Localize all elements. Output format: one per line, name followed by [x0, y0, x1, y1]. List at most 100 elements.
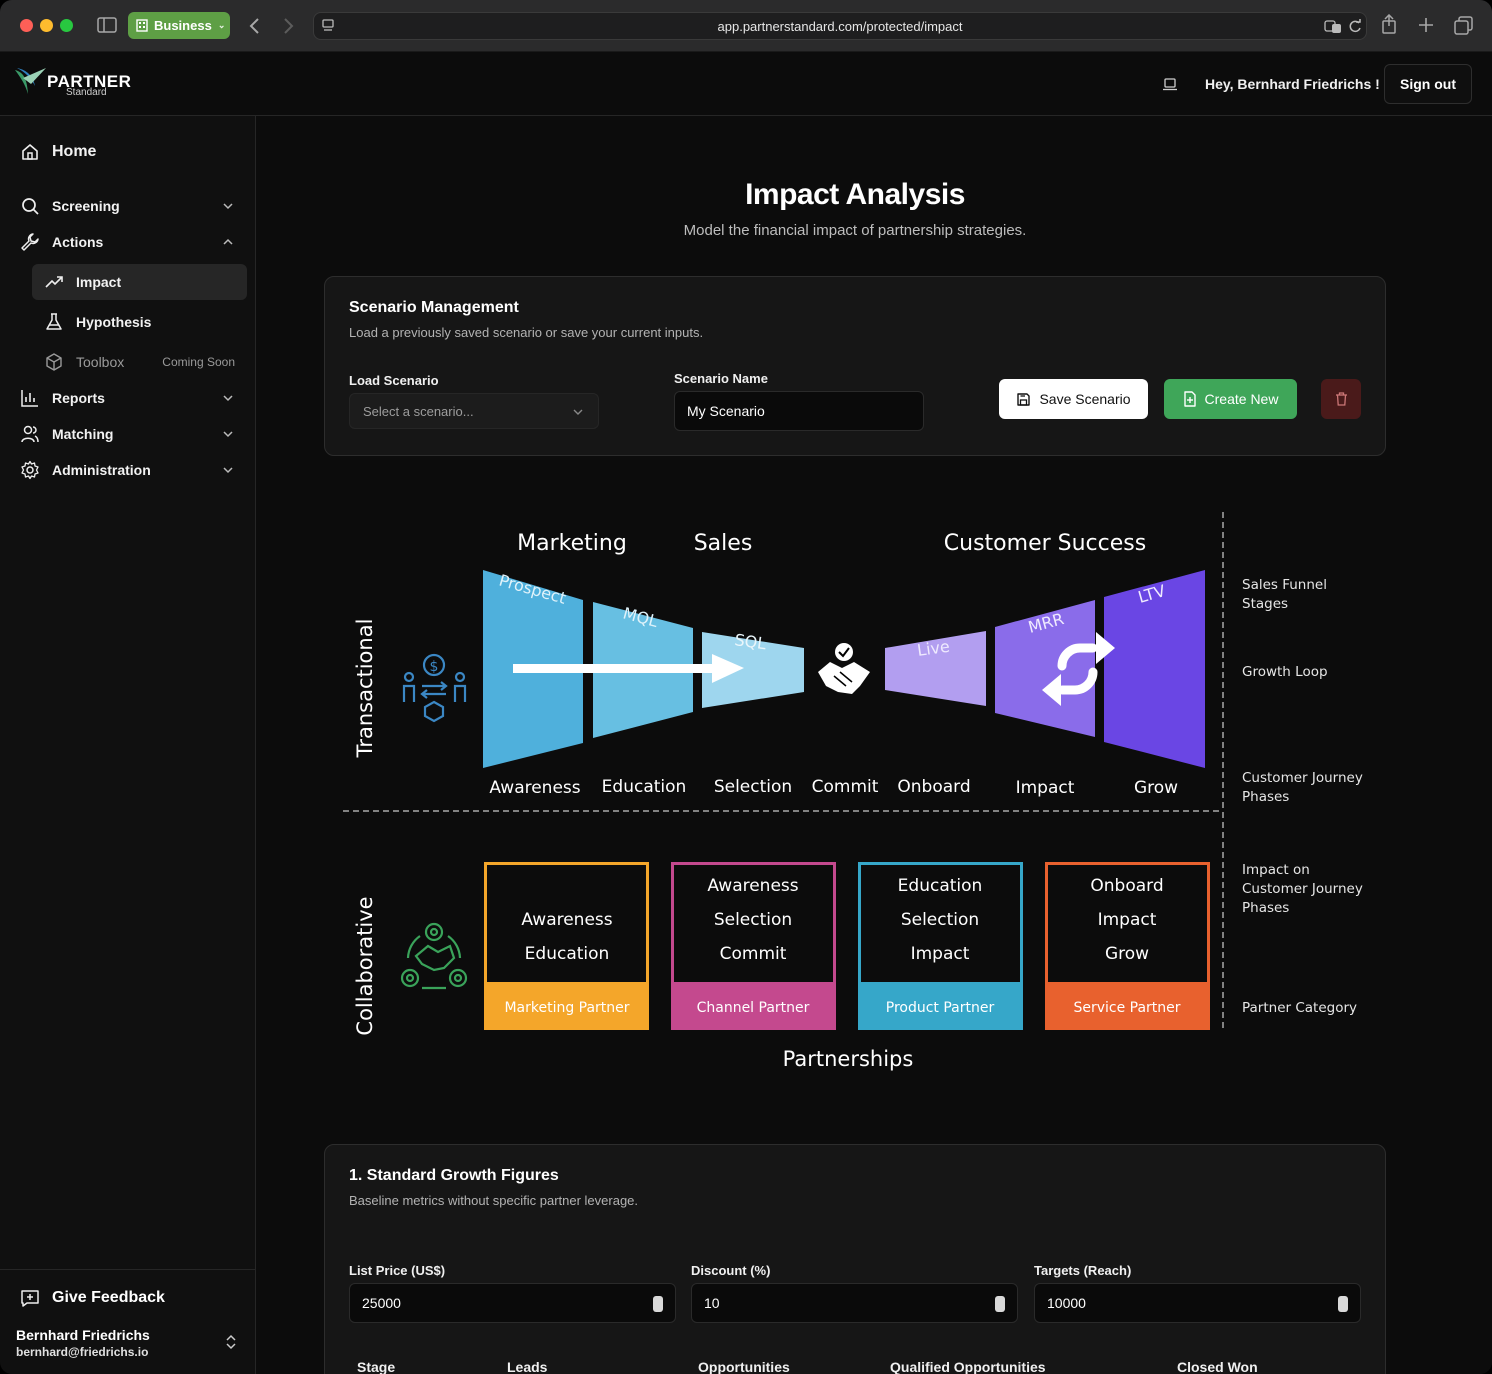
partner-box-line: Selection — [714, 910, 792, 930]
partner-box-line: Education — [898, 876, 983, 896]
legend-customer-journey: Customer Journey Phases — [1242, 770, 1363, 805]
sidebar-item-matching[interactable]: Matching — [16, 418, 248, 450]
scenario-card: Scenario Management Load a previously sa… — [324, 276, 1386, 456]
load-scenario-select[interactable]: Select a scenario... — [349, 393, 599, 429]
legend-partner-category: Partner Category — [1242, 1000, 1357, 1016]
chevrons-up-down-icon[interactable] — [224, 1333, 238, 1351]
sidebar-item-hypothesis[interactable]: Hypothesis — [32, 304, 247, 340]
discount-input[interactable]: 10 — [691, 1283, 1018, 1323]
minimize-window-button[interactable] — [40, 19, 53, 32]
url-text: app.partnerstandard.com/protected/impact — [717, 19, 963, 34]
phase-selection: Selection — [714, 777, 792, 797]
sidebar-item-administration[interactable]: Administration — [16, 454, 248, 486]
coming-soon-badge: Coming Soon — [162, 355, 235, 369]
trending-up-icon — [44, 272, 64, 292]
create-new-button[interactable]: Create New — [1164, 379, 1297, 419]
sidebar-label-screening: Screening — [52, 198, 120, 214]
browser-window: Business ⌄ app.partnerstandard.com/prote… — [0, 0, 1492, 1374]
list-price-input[interactable]: 25000 — [349, 1283, 676, 1323]
legend-line: Phases — [1242, 900, 1289, 916]
user-name: Bernhard Friedrichs — [16, 1327, 150, 1343]
tab-overview-icon[interactable] — [1454, 16, 1473, 35]
save-icon — [1017, 392, 1031, 406]
handshake-icon — [818, 643, 870, 694]
building-icon — [136, 19, 148, 32]
diagram-heading-marketing: Marketing — [517, 531, 627, 556]
sidebar-label-toolbox: Toolbox — [76, 354, 125, 370]
table-header-leads: Leads — [507, 1359, 548, 1374]
maximize-window-button[interactable] — [60, 19, 73, 32]
sidebar-toggle-icon[interactable] — [97, 17, 117, 33]
feedback-icon — [21, 1290, 39, 1307]
home-icon — [20, 142, 40, 162]
load-scenario-label: Load Scenario — [349, 373, 439, 388]
number-stepper-icon[interactable] — [1338, 1296, 1348, 1312]
partner-box-line: Grow — [1105, 944, 1149, 964]
chevron-down-icon — [223, 203, 233, 210]
sidebar-item-toolbox: Toolbox Coming Soon — [32, 344, 247, 380]
number-stepper-icon[interactable] — [653, 1296, 663, 1312]
number-stepper-icon[interactable] — [995, 1296, 1005, 1312]
partnerships-label: Partnerships — [783, 1047, 914, 1071]
chevron-down-icon — [223, 395, 233, 402]
back-icon[interactable] — [248, 17, 260, 35]
partner-box-line: Impact — [1098, 910, 1157, 930]
scenario-desc: Load a previously saved scenario or save… — [349, 325, 704, 340]
give-feedback-button[interactable]: Give Feedback — [20, 1288, 165, 1308]
sidebar-label-administration: Administration — [52, 462, 151, 478]
save-scenario-button[interactable]: Save Scenario — [999, 379, 1148, 419]
chevron-down-icon: ⌄ — [217, 20, 226, 30]
save-scenario-label: Save Scenario — [1039, 391, 1131, 407]
list-price-value: 25000 — [362, 1295, 401, 1311]
sidebar: Home Screening Actions Impact Hypothesis… — [0, 116, 256, 1374]
sidebar-item-actions[interactable]: Actions — [16, 226, 248, 258]
sidebar-item-home[interactable]: Home — [16, 136, 248, 168]
forward-icon[interactable] — [283, 17, 295, 35]
translate-icon[interactable] — [1324, 19, 1342, 34]
laptop-icon[interactable] — [1162, 78, 1178, 91]
profile-button[interactable]: Business ⌄ — [128, 12, 230, 39]
table-header-opportunities: Opportunities — [698, 1359, 790, 1374]
chevron-down-icon — [223, 431, 233, 438]
phase-education: Education — [602, 777, 687, 797]
sidebar-label-home: Home — [52, 143, 97, 160]
user-email: bernhard@friedrichs.io — [16, 1345, 149, 1359]
legend-line: Customer Journey — [1242, 770, 1363, 786]
partner-category-product: Product Partner — [886, 1000, 995, 1016]
transaction-icon: $ — [402, 653, 467, 723]
new-tab-icon[interactable] — [1418, 17, 1434, 33]
sidebar-label-actions: Actions — [52, 234, 104, 250]
wrench-icon — [20, 232, 40, 252]
browser-toolbar: Business ⌄ app.partnerstandard.com/prote… — [0, 0, 1492, 52]
legend-line: Stages — [1242, 596, 1288, 612]
search-icon — [20, 196, 40, 216]
phase-awareness: Awareness — [489, 778, 580, 798]
sign-out-button[interactable]: Sign out — [1384, 64, 1472, 104]
delete-scenario-button[interactable] — [1321, 379, 1361, 419]
sidebar-item-impact[interactable]: Impact — [32, 264, 247, 300]
targets-input[interactable]: 10000 — [1034, 1283, 1361, 1323]
address-bar[interactable]: app.partnerstandard.com/protected/impact — [313, 12, 1367, 40]
sidebar-label-reports: Reports — [52, 390, 105, 406]
page-title: Impact Analysis — [745, 178, 965, 211]
gear-icon — [20, 460, 40, 480]
scenario-title: Scenario Management — [349, 299, 519, 316]
sidebar-item-screening[interactable]: Screening — [16, 190, 248, 222]
phase-onboard: Onboard — [897, 777, 970, 797]
partner-box-line: Onboard — [1090, 876, 1163, 896]
chevron-down-icon — [573, 409, 583, 415]
growth-desc: Baseline metrics without specific partne… — [349, 1193, 639, 1208]
scenario-name-input[interactable]: My Scenario — [674, 391, 924, 431]
flask-icon — [44, 312, 64, 332]
reload-icon[interactable] — [1348, 19, 1362, 34]
sidebar-item-reports[interactable]: Reports — [16, 382, 248, 414]
close-window-button[interactable] — [20, 19, 33, 32]
legend-line: Customer Journey — [1242, 881, 1363, 897]
impact-diagram: Marketing Sales Customer Success Transac… — [343, 512, 1363, 1071]
box-icon — [44, 352, 64, 372]
share-icon[interactable] — [1381, 14, 1397, 34]
partner-box-line: Awareness — [707, 876, 798, 896]
load-scenario-placeholder: Select a scenario... — [363, 403, 474, 419]
transactional-label: Transactional — [353, 619, 377, 759]
legend-line: Phases — [1242, 789, 1289, 805]
